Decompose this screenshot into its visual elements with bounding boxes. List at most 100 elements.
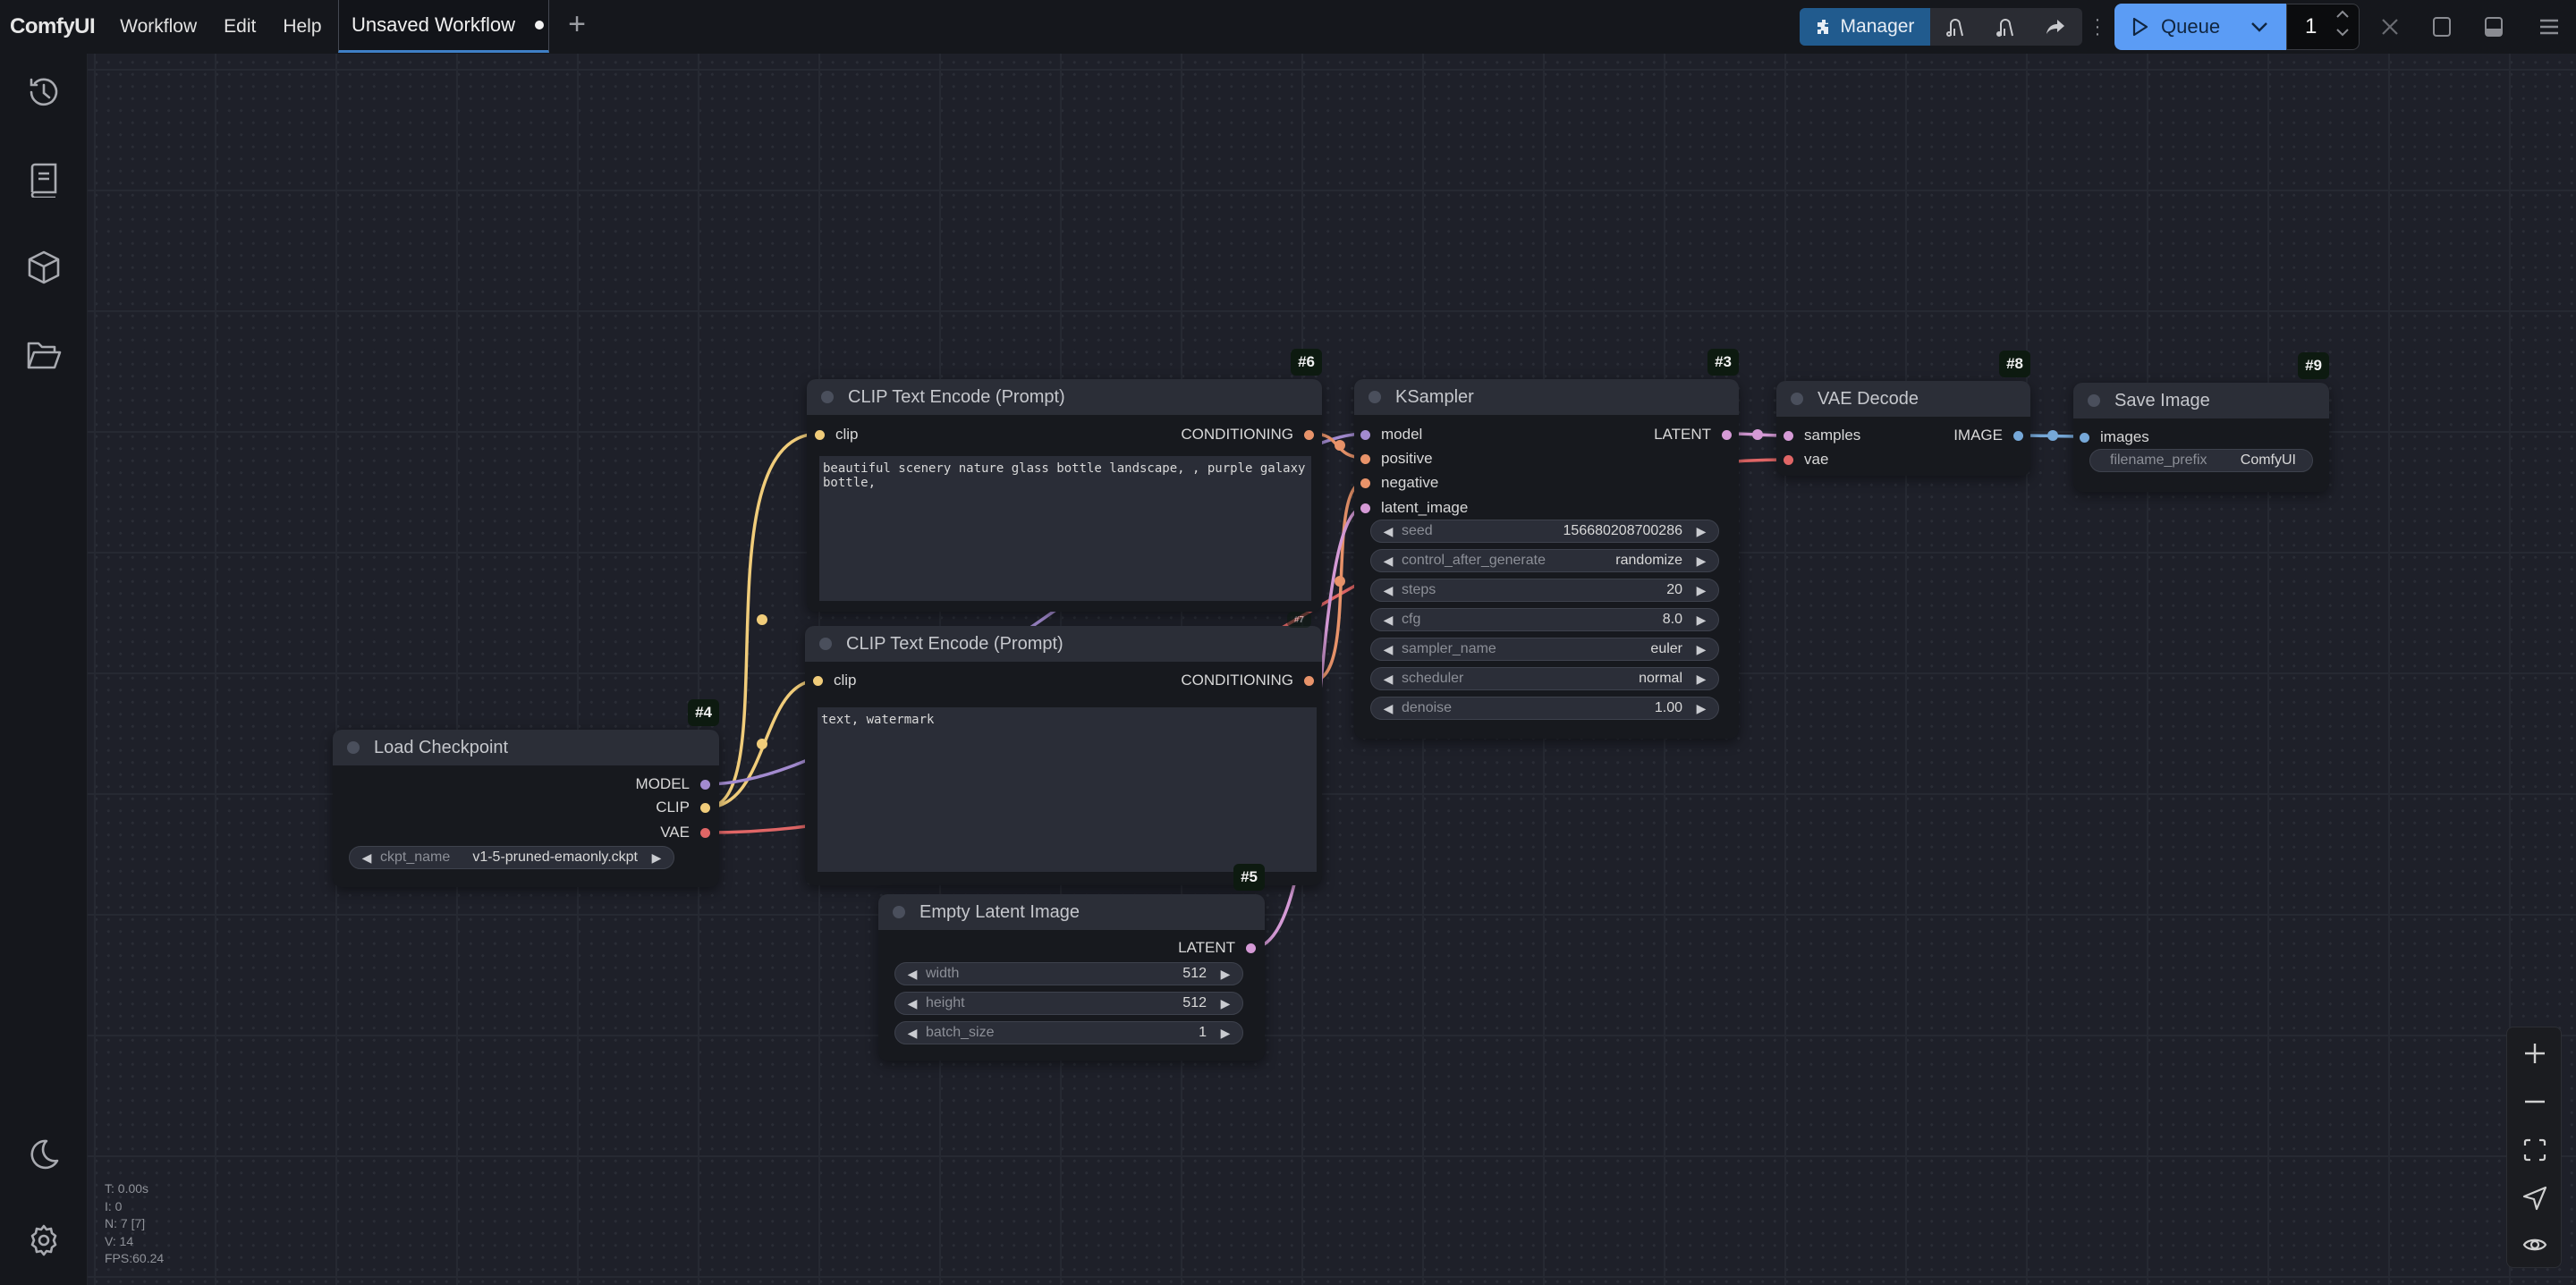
node-ksampler[interactable]: #3 KSampler model positive negative late… [1354, 349, 1739, 739]
widget-width[interactable]: ◀ width 512 ▶ [894, 962, 1243, 985]
input-slot-vae[interactable]: vae [1784, 449, 1828, 470]
decrement-arrow-icon[interactable]: ◀ [1380, 701, 1396, 716]
node-save-image[interactable]: #9 Save Image images filename_prefix Com… [2073, 352, 2329, 492]
node-header[interactable]: CLIP Text Encode (Prompt) [807, 379, 1322, 415]
increment-arrow-icon[interactable]: ▶ [1693, 642, 1709, 657]
chevron-down-icon[interactable] [2249, 16, 2270, 38]
increment-arrow-icon[interactable]: ▶ [1693, 672, 1709, 687]
decrement-arrow-icon[interactable]: ◀ [1380, 524, 1396, 539]
toggle-bottom-panel-button[interactable] [2479, 13, 2508, 41]
widget-seed[interactable]: ◀ seed 156680208700286 ▶ [1370, 520, 1719, 543]
input-slot-clip[interactable]: clip [815, 424, 859, 445]
prompt-textarea[interactable]: text, watermark [818, 707, 1317, 872]
unsaved-indicator-icon[interactable] [535, 21, 544, 30]
input-slot-images[interactable]: images [2080, 427, 2149, 448]
workflow-tab[interactable]: Unsaved Workflow [338, 0, 549, 53]
collapse-dot-icon[interactable] [821, 391, 834, 403]
node-clip-text-encode-negative[interactable]: #7 CLIP Text Encode (Prompt) clip CONDIT… [805, 612, 1322, 885]
main-menu-button[interactable] [2535, 13, 2563, 41]
input-slot-negative[interactable]: negative [1360, 472, 1438, 494]
increment-arrow-icon[interactable]: ▶ [1693, 524, 1709, 539]
increment-arrow-icon[interactable]: ▶ [648, 850, 665, 866]
widget-steps[interactable]: ◀ steps 20 ▶ [1370, 579, 1719, 602]
prompt-textarea[interactable]: beautiful scenery nature glass bottle la… [819, 456, 1311, 601]
node-header[interactable]: Load Checkpoint [333, 730, 719, 765]
collapse-dot-icon[interactable] [893, 906, 905, 918]
unload-models-button[interactable] [1930, 8, 1980, 46]
toggle-sidebar-button[interactable] [2428, 13, 2456, 41]
collapse-dot-icon[interactable] [819, 638, 832, 650]
queue-button[interactable]: Queue [2114, 4, 2286, 50]
collapse-dot-icon[interactable] [1368, 391, 1381, 403]
increment-arrow-icon[interactable]: ▶ [1217, 1026, 1233, 1041]
graph-canvas[interactable] [88, 54, 2576, 1285]
collapse-dot-icon[interactable] [2088, 394, 2100, 407]
node-load-checkpoint[interactable]: #4 Load Checkpoint MODEL CLIP VAE ◀ ckpt… [333, 699, 719, 887]
node-header[interactable]: Empty Latent Image [878, 894, 1265, 930]
increment-arrow-icon[interactable]: ▶ [1693, 583, 1709, 598]
toolbar-drag-handle-icon[interactable]: · · · [2093, 11, 2102, 43]
increment-arrow-icon[interactable]: ▶ [1217, 967, 1233, 982]
zoom-out-button[interactable] [2521, 1088, 2548, 1115]
increment-icon[interactable] [2335, 10, 2350, 19]
widget-batch-size[interactable]: ◀ batch_size 1 ▶ [894, 1021, 1243, 1044]
sidebar-item-queue-history[interactable] [25, 73, 63, 111]
widget-cfg[interactable]: ◀ cfg 8.0 ▶ [1370, 608, 1719, 631]
output-slot-latent[interactable]: LATENT [1654, 424, 1732, 445]
sidebar-item-node-library[interactable] [25, 161, 63, 199]
widget-denoise[interactable]: ◀ denoise 1.00 ▶ [1370, 697, 1719, 720]
increment-arrow-icon[interactable]: ▶ [1693, 701, 1709, 716]
free-memory-button[interactable] [1980, 8, 2030, 46]
menu-help[interactable]: Help [283, 16, 321, 38]
widget-control-after-generate[interactable]: ◀ control_after_generate randomize ▶ [1370, 549, 1719, 572]
output-slot-vae[interactable]: VAE [660, 822, 710, 843]
output-slot-image[interactable]: IMAGE [1953, 425, 2023, 446]
node-header[interactable]: Save Image [2073, 383, 2329, 418]
node-header[interactable]: CLIP Text Encode (Prompt) [805, 626, 1322, 662]
output-slot-conditioning[interactable]: CONDITIONING [1181, 424, 1314, 445]
fit-view-button[interactable] [2521, 1137, 2548, 1163]
decrement-arrow-icon[interactable]: ◀ [1380, 554, 1396, 569]
widget-ckpt-name[interactable]: ◀ ckpt_name v1-5-pruned-emaonly.ckpt ▶ [349, 846, 674, 869]
sidebar-item-model-library[interactable] [25, 249, 63, 286]
output-slot-latent[interactable]: LATENT [1178, 937, 1256, 959]
collapse-dot-icon[interactable] [1791, 393, 1803, 405]
decrement-arrow-icon[interactable]: ◀ [1380, 613, 1396, 628]
node-header[interactable]: VAE Decode [1776, 381, 2030, 417]
sidebar-item-theme-toggle[interactable] [25, 1136, 63, 1173]
node-header[interactable]: KSampler [1354, 379, 1739, 415]
decrement-arrow-icon[interactable]: ◀ [359, 850, 375, 866]
input-slot-samples[interactable]: samples [1784, 425, 1860, 446]
input-slot-model[interactable]: model [1360, 424, 1422, 445]
input-slot-clip[interactable]: clip [813, 670, 857, 691]
node-clip-text-encode-positive[interactable]: #6 CLIP Text Encode (Prompt) clip CONDIT… [807, 349, 1322, 612]
node-vae-decode[interactable]: #8 VAE Decode samples vae IMAGE [1776, 351, 2030, 476]
sidebar-item-settings[interactable] [25, 1222, 63, 1259]
clear-queue-button[interactable] [2376, 13, 2404, 41]
output-slot-model[interactable]: MODEL [636, 774, 710, 795]
manager-button[interactable]: Manager [1800, 8, 1930, 46]
toggle-links-button[interactable] [2521, 1231, 2548, 1258]
increment-arrow-icon[interactable]: ▶ [1693, 613, 1709, 628]
input-slot-positive[interactable]: positive [1360, 448, 1433, 469]
decrement-arrow-icon[interactable]: ◀ [904, 996, 920, 1011]
share-button[interactable] [2030, 8, 2080, 46]
collapse-dot-icon[interactable] [347, 741, 360, 754]
node-empty-latent-image[interactable]: #5 Empty Latent Image LATENT ◀ width 512 ▶ ◀… [878, 864, 1265, 1061]
widget-scheduler[interactable]: ◀ scheduler normal ▶ [1370, 667, 1719, 690]
output-slot-clip[interactable]: CLIP [656, 797, 710, 818]
menu-workflow[interactable]: Workflow [120, 16, 197, 38]
decrement-arrow-icon[interactable]: ◀ [1380, 583, 1396, 598]
sidebar-item-workflows[interactable] [25, 336, 63, 374]
decrement-arrow-icon[interactable]: ◀ [1380, 672, 1396, 687]
decrement-arrow-icon[interactable]: ◀ [904, 967, 920, 982]
widget-height[interactable]: ◀ height 512 ▶ [894, 992, 1243, 1015]
output-slot-conditioning[interactable]: CONDITIONING [1181, 670, 1314, 691]
menu-edit[interactable]: Edit [224, 16, 256, 38]
decrement-arrow-icon[interactable]: ◀ [904, 1026, 920, 1041]
decrement-arrow-icon[interactable]: ◀ [1380, 642, 1396, 657]
select-mode-button[interactable] [2521, 1185, 2548, 1212]
widget-sampler-name[interactable]: ◀ sampler_name euler ▶ [1370, 638, 1719, 661]
queue-count-input[interactable]: 1 [2286, 4, 2360, 50]
queue-count-value[interactable]: 1 [2305, 14, 2317, 39]
